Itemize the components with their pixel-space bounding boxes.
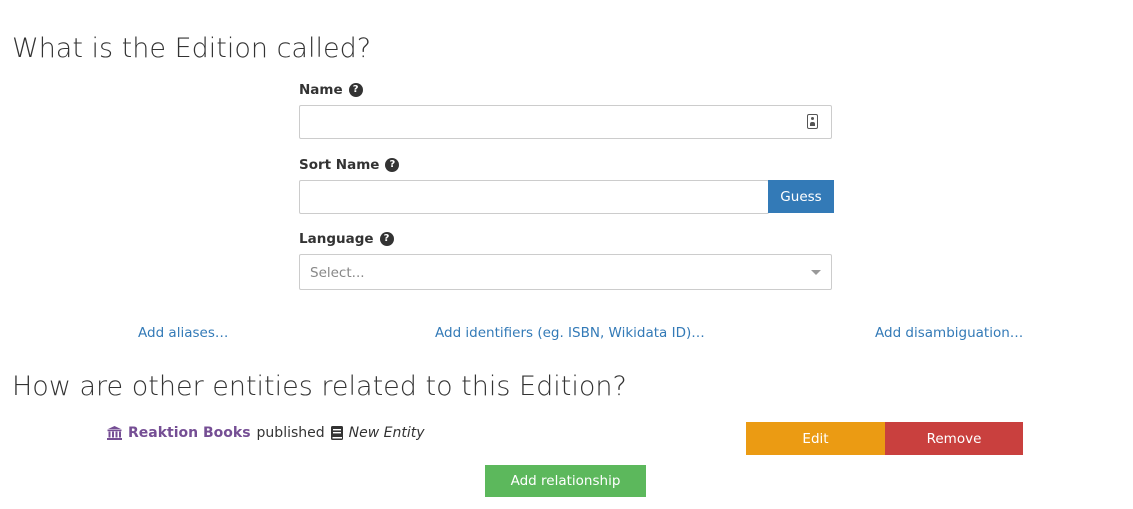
- name-label: Name ?: [299, 82, 363, 98]
- language-select-placeholder: Select...: [310, 265, 365, 281]
- relationships-heading: How are other entities related to this E…: [12, 371, 627, 402]
- guess-button[interactable]: Guess: [768, 180, 834, 213]
- relationship-target: New Entity: [348, 425, 425, 441]
- contact-card-icon: [807, 114, 818, 129]
- edition-name-heading: What is the Edition called?: [12, 33, 372, 64]
- chevron-down-icon[interactable]: [811, 270, 821, 275]
- bank-icon: [107, 426, 122, 440]
- language-label: Language ?: [299, 231, 394, 247]
- sort-name-label-text: Sort Name: [299, 157, 380, 173]
- sort-name-input[interactable]: [299, 180, 769, 214]
- help-icon[interactable]: ?: [385, 158, 400, 172]
- sort-name-label: Sort Name ?: [299, 157, 400, 173]
- add-disambiguation-link[interactable]: Add disambiguation…: [875, 325, 1023, 341]
- help-icon[interactable]: ?: [348, 83, 363, 97]
- language-label-text: Language: [299, 231, 374, 247]
- add-relationship-button[interactable]: Add relationship: [485, 465, 646, 497]
- relationship-row: Reaktion Books published New Entity: [107, 425, 425, 441]
- help-icon[interactable]: ?: [379, 232, 394, 246]
- relationship-source-link[interactable]: Reaktion Books: [128, 425, 251, 441]
- name-label-text: Name: [299, 82, 343, 98]
- book-icon: [330, 426, 343, 440]
- edit-relationship-button[interactable]: Edit: [746, 422, 885, 455]
- remove-relationship-button[interactable]: Remove: [885, 422, 1023, 455]
- name-input[interactable]: [299, 105, 832, 139]
- language-select[interactable]: Select...: [299, 254, 832, 290]
- add-aliases-link[interactable]: Add aliases…: [138, 325, 228, 341]
- add-identifiers-link[interactable]: Add identifiers (eg. ISBN, Wikidata ID)…: [435, 325, 705, 341]
- relationship-verb: published: [256, 425, 325, 441]
